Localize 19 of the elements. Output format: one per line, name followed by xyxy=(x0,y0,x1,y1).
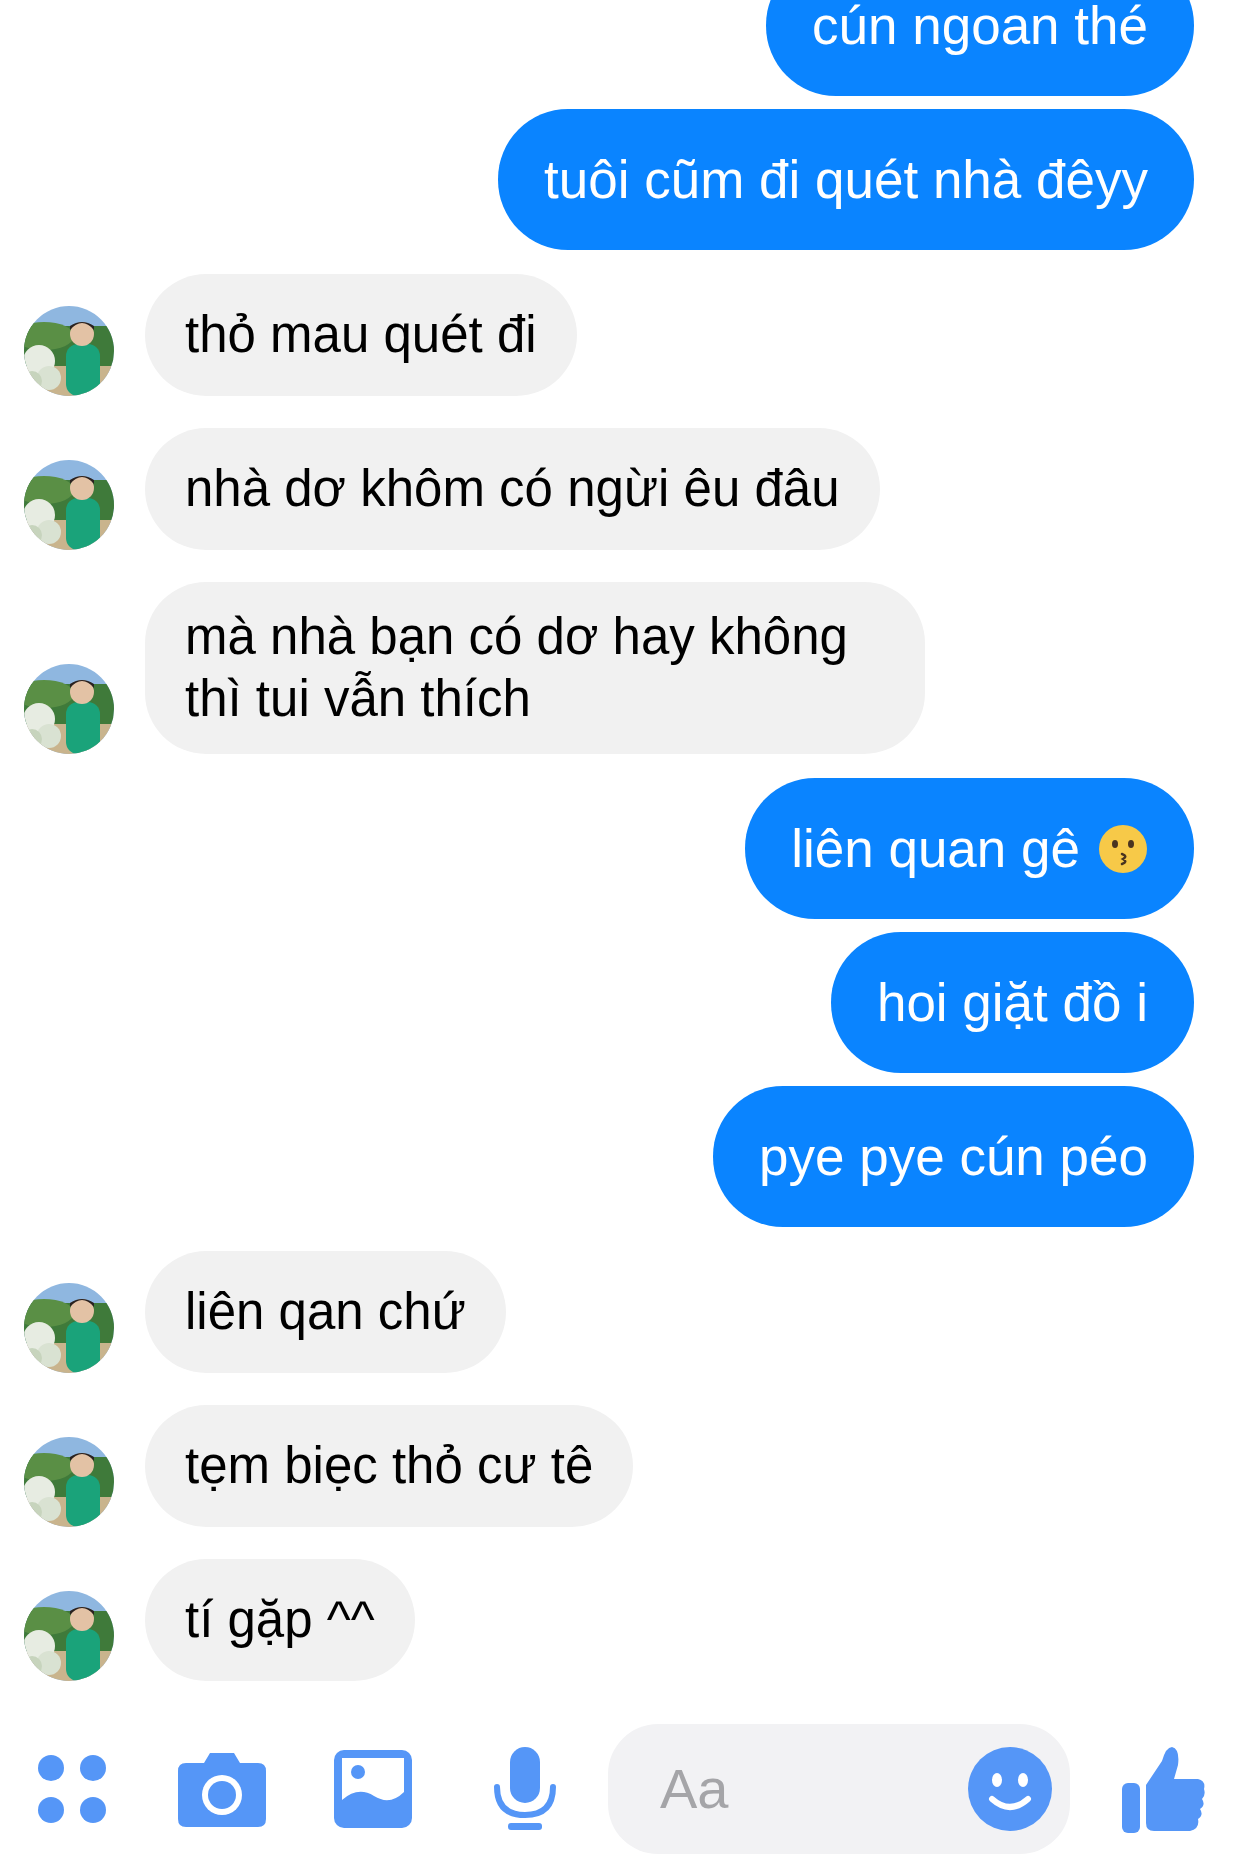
camera-icon[interactable] xyxy=(178,1751,266,1827)
message-text: mà nhà bạn có dơ hay không thì tui vẫn thích xyxy=(185,607,849,729)
message-text: tuôi cũm đi quét nhà đêyy xyxy=(544,149,1148,210)
message-text: tí gặp ^^ xyxy=(185,1590,375,1650)
message-text: tẹm biẹc thỏ cư tê xyxy=(185,1436,594,1496)
message-input-field[interactable]: Aa xyxy=(608,1724,1070,1854)
message-text: hoi giặt đồ i xyxy=(876,972,1148,1033)
message-text: cún ngoan thé xyxy=(812,0,1148,56)
microphone-icon[interactable] xyxy=(492,1747,558,1831)
message-text: pye pye cún péo xyxy=(759,1126,1148,1187)
smiley-icon[interactable] xyxy=(968,1747,1052,1831)
message-text: liên quan gê xyxy=(791,818,1080,879)
message-text: liên qan chứ xyxy=(185,1282,466,1342)
thumbs-up-icon[interactable] xyxy=(1122,1745,1206,1833)
message-input: Aa xyxy=(660,1747,968,1831)
message-text: nhà dơ khôm có ngừi êu đâu xyxy=(185,459,840,519)
image-icon[interactable] xyxy=(334,1750,412,1828)
more-icon[interactable] xyxy=(38,1755,106,1823)
message-text: thỏ mau quét đi xyxy=(185,305,537,365)
